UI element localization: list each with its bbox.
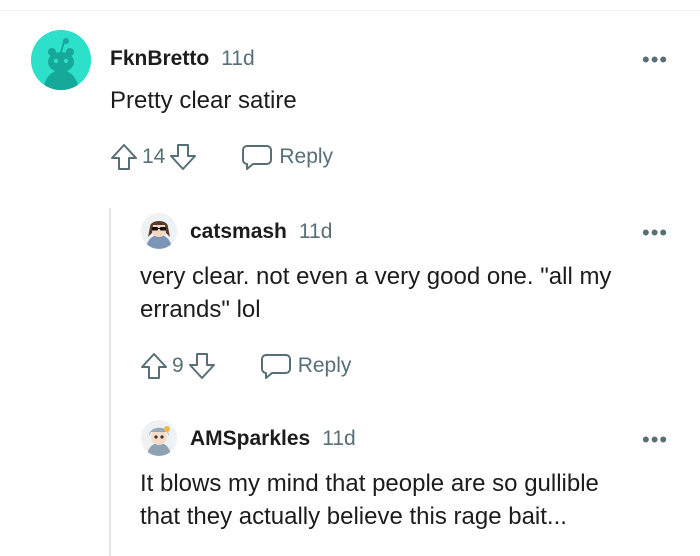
more-options-icon[interactable]: ••• — [642, 49, 668, 71]
comment-age[interactable]: 11d — [299, 220, 332, 243]
comment-body: Pretty clear satire — [110, 87, 297, 114]
avatar[interactable] — [31, 30, 91, 90]
comment-age[interactable]: 11d — [322, 427, 355, 450]
comment-meta: AMSparkles 11d — [190, 427, 356, 451]
comment-amsparkles: AMSparkles 11d ••• It blows my mind that … — [0, 405, 700, 556]
reply-label: Reply — [279, 145, 334, 168]
username[interactable]: FknBretto — [110, 47, 209, 70]
vote-count: 9 — [172, 354, 184, 377]
username[interactable]: AMSparkles — [190, 427, 310, 450]
comment-body: It blows my mind that people are so gull… — [140, 467, 599, 533]
comment-meta: FknBretto 11d — [110, 47, 255, 71]
comment-catsmash: catsmash 11d ••• very clear. not even a v… — [0, 200, 700, 405]
username[interactable]: catsmash — [190, 220, 287, 243]
comment-age[interactable]: 11d — [221, 47, 254, 70]
vote-count: 14 — [142, 145, 166, 168]
speech-bubble-icon — [260, 354, 291, 379]
upvote-icon[interactable] — [140, 351, 168, 381]
comment-actions: 14 Reply — [110, 142, 333, 172]
more-options-icon[interactable]: ••• — [642, 222, 668, 244]
downvote-icon[interactable] — [169, 142, 197, 172]
comment-body-line: errands" lol — [140, 296, 261, 323]
avatar[interactable] — [141, 420, 177, 456]
comment-body-line: that they actually believe this rage bai… — [140, 503, 567, 530]
reply-button[interactable]: Reply — [260, 352, 352, 380]
downvote-icon[interactable] — [188, 351, 216, 381]
speech-bubble-icon — [242, 145, 273, 170]
comment-body-line: It blows my mind that people are so gull… — [140, 470, 599, 497]
user-avatar-icon — [141, 420, 177, 456]
more-options-icon[interactable]: ••• — [642, 429, 668, 451]
comment-actions: 9 Reply — [140, 351, 351, 381]
reply-button[interactable]: Reply — [241, 143, 333, 171]
reply-label: Reply — [297, 354, 352, 377]
snoo-avatar-icon — [31, 30, 91, 90]
upvote-icon[interactable] — [110, 142, 138, 172]
comment-fknbretto: FknBretto 11d ••• Pretty clear satire 14 … — [0, 0, 700, 200]
avatar[interactable] — [141, 213, 177, 249]
comment-body: very clear. not even a very good one. "a… — [140, 260, 611, 326]
user-avatar-icon — [141, 213, 177, 249]
comment-meta: catsmash 11d — [190, 220, 332, 244]
comment-body-line: very clear. not even a very good one. "a… — [140, 263, 612, 290]
